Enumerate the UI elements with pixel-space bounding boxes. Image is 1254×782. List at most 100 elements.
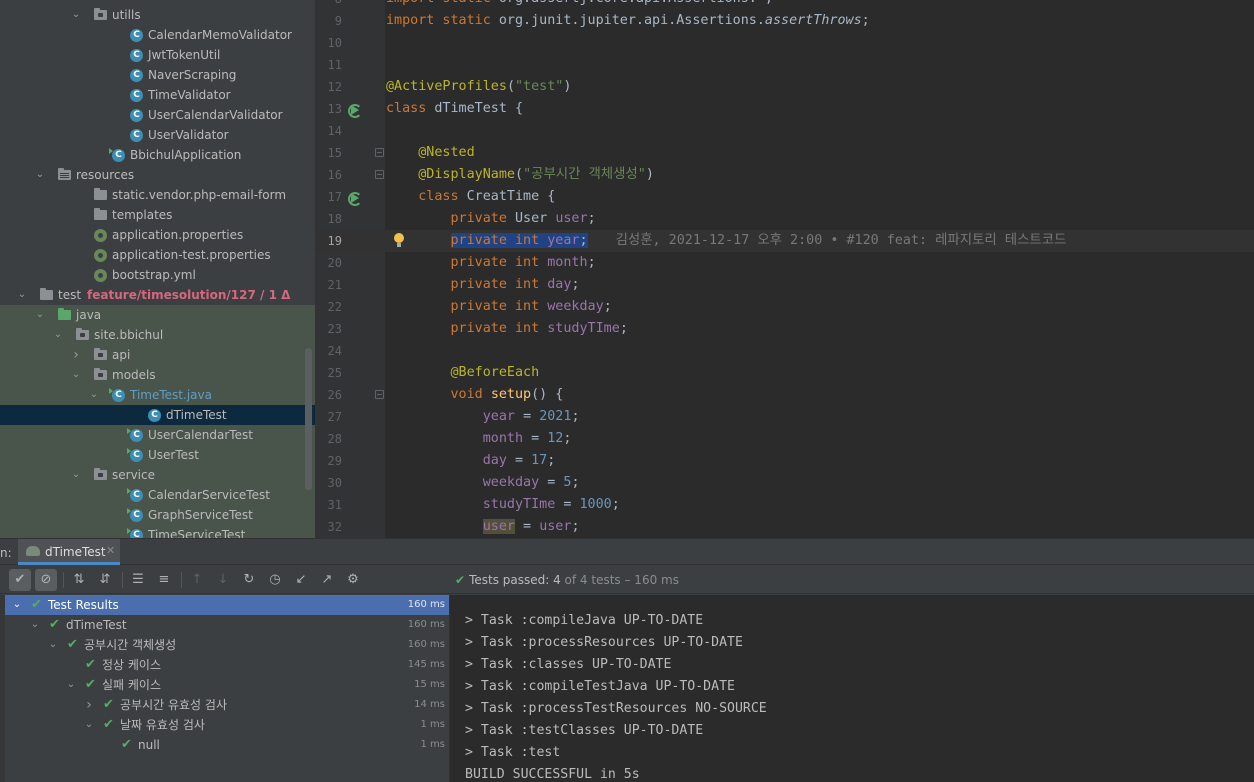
project-tree-scrollbar[interactable] (305, 348, 312, 490)
import-button[interactable]: ↙ (290, 569, 312, 591)
chevron-down-icon[interactable]: ⌄ (52, 325, 64, 345)
sort-duration-button[interactable]: ⇵ (94, 569, 116, 591)
code-token: class (386, 101, 435, 116)
tree-item-label: api (112, 345, 130, 365)
test-result-label: 날짜 유효성 검사 (120, 718, 205, 732)
tree-item-label: BbichulApplication (130, 145, 241, 165)
run-test-icon[interactable] (348, 103, 362, 118)
collapse-all-button[interactable]: ≡ (153, 569, 175, 591)
tree-item-calendarservicetest[interactable]: C CalendarServiceTest (0, 485, 315, 505)
test-result-row[interactable]: ✔ 정상 케이스 145 ms (5, 655, 449, 675)
code-line: 16 @DisplayName("공부시간 객체생성") (315, 164, 1254, 186)
passed-check-icon: ✔ (85, 677, 96, 692)
tree-item-bootstrap-yml[interactable]: bootstrap.yml (0, 265, 315, 285)
rerun-button[interactable]: ↻ (238, 569, 260, 591)
line-number: 25 (327, 366, 342, 380)
test-result-row[interactable]: ⌄ ✔ dTimeTest 160 ms (5, 615, 449, 635)
line-number: 22 (327, 300, 342, 314)
code-editor[interactable]: 8 import static org.assertj.core.api.Asse… (315, 0, 1254, 538)
tree-item-timevalidator[interactable]: C TimeValidator (0, 85, 315, 105)
test-result-row[interactable]: ⌄ ✔ Test Results 160 ms (5, 595, 449, 615)
settings-button[interactable]: ⚙ (342, 569, 364, 591)
tree-item-naverscraping[interactable]: C NaverScraping (0, 65, 315, 85)
tree-item-label: TimeTest.java (130, 385, 212, 405)
tree-item-application-test-properties[interactable]: application-test.properties (0, 245, 315, 265)
export-button[interactable]: ↗ (316, 569, 338, 591)
chevron-down-icon[interactable]: ⌄ (83, 715, 95, 735)
project-tree-panel[interactable]: ⌄ utills C CalendarMemoValidator C JwtTokenUt… (0, 0, 315, 538)
fold-icon[interactable] (375, 390, 384, 399)
fold-icon[interactable] (375, 170, 384, 179)
chevron-down-icon[interactable]: ⌄ (70, 465, 82, 485)
test-result-row[interactable]: › ✔ 공부시간 유효성 검사 14 ms (5, 695, 449, 715)
show-passed-button[interactable]: ✔ (9, 569, 31, 591)
prev-failed-button[interactable]: ↑ (186, 569, 208, 591)
code-token: weekday (547, 299, 604, 314)
fold-icon[interactable] (375, 148, 384, 157)
chevron-right-icon[interactable]: › (83, 695, 95, 715)
test-result-row[interactable]: ⌄ ✔ 공부시간 객체생성 160 ms (5, 635, 449, 655)
tree-item-calendarmemovalidator[interactable]: C CalendarMemoValidator (0, 25, 315, 45)
test-result-row[interactable]: ⌄ ✔ 실패 케이스 15 ms (5, 675, 449, 695)
console-line: > Task :processResources UP-TO-DATE (465, 635, 743, 650)
chevron-down-icon[interactable]: ⌄ (47, 635, 59, 655)
chevron-down-icon[interactable]: ⌄ (16, 285, 28, 305)
tree-item-models[interactable]: ⌄ models (0, 365, 315, 385)
run-tab-dtimetest[interactable]: dTimeTest ✕ (18, 539, 120, 565)
tree-item-label: templates (112, 205, 172, 225)
chevron-down-icon[interactable]: ⌄ (65, 675, 77, 695)
tree-item-label: resources (76, 165, 134, 185)
close-icon[interactable]: ✕ (106, 544, 115, 557)
next-failed-button[interactable]: ↓ (212, 569, 234, 591)
expand-all-button[interactable]: ☰ (127, 569, 149, 591)
tree-item-dtimetest[interactable]: CdTimeTest (0, 405, 315, 425)
line-number: 19 (327, 234, 342, 248)
line-number: 26 (327, 388, 342, 402)
chevron-down-icon[interactable]: ⌄ (88, 385, 100, 405)
tree-item-text: UserCalendarValidator (148, 108, 283, 122)
tree-item-test[interactable]: ⌄ test feature/timesolution/127 / 1 Δ (0, 285, 315, 305)
tree-item-usercalendartest[interactable]: C UserCalendarTest (0, 425, 315, 445)
code-line: 24 (315, 340, 1254, 362)
test-result-row[interactable]: ✔ null 1 ms (5, 735, 449, 755)
sort-alpha-button[interactable]: ⇅ (68, 569, 90, 591)
passed-check-icon: ✔ (49, 617, 60, 632)
tree-item-java[interactable]: ⌄ java (0, 305, 315, 325)
tree-item-uservalidator[interactable]: C UserValidator (0, 125, 315, 145)
tree-item-utills[interactable]: ⌄ utills (0, 5, 315, 25)
tree-item-resources[interactable]: ⌄ resources (0, 165, 315, 185)
test-results-tree[interactable]: ⌄ ✔ Test Results 160 ms ⌄ ✔ dTimeTest 160 ms ⌄ ✔ 공… (0, 595, 449, 782)
run-test-icon[interactable] (348, 191, 362, 206)
chevron-down-icon[interactable]: ⌄ (11, 595, 23, 615)
chevron-down-icon[interactable]: ⌄ (34, 305, 46, 325)
tree-item-text: GraphServiceTest (148, 508, 253, 522)
tree-item-bbichulapplication[interactable]: C BbichulApplication (0, 145, 315, 165)
tree-item-timeservicetest[interactable]: C TimeServiceTest (0, 525, 315, 538)
package-icon (94, 348, 107, 360)
history-button[interactable]: ◷ (264, 569, 286, 591)
tree-item-usercalendarvalidator[interactable]: C UserCalendarValidator (0, 105, 315, 125)
tree-item-text: service (112, 468, 155, 482)
tree-item-service[interactable]: ⌄ service (0, 465, 315, 485)
line-number: 8 (315, 0, 342, 10)
tree-item-timetest-java[interactable]: ⌄ C TimeTest.java (0, 385, 315, 405)
show-ignored-button[interactable]: ⊘ (35, 569, 57, 591)
tree-item-usertest[interactable]: C UserTest (0, 445, 315, 465)
tree-item-application-properties[interactable]: application.properties (0, 225, 315, 245)
tree-item-jwttokenutil[interactable]: C JwtTokenUtil (0, 45, 315, 65)
tree-item-graphservicetest[interactable]: C GraphServiceTest (0, 505, 315, 525)
tree-item-text: UserValidator (148, 128, 229, 142)
chevron-down-icon[interactable]: ⌄ (34, 165, 46, 185)
tree-item-static-vendor-php-email-form[interactable]: static.vendor.php-email-form (0, 185, 315, 205)
chevron-down-icon[interactable]: ⌄ (29, 615, 41, 635)
run-console[interactable]: > Task :compileJava UP-TO-DATE > Task :pr… (449, 595, 1254, 782)
tree-item-api[interactable]: › api (0, 345, 315, 365)
tree-item-label: TimeServiceTest (148, 525, 245, 538)
chevron-down-icon[interactable]: ⌄ (70, 365, 82, 385)
console-line: > Task :compileJava UP-TO-DATE (465, 613, 704, 628)
chevron-down-icon[interactable]: ⌄ (70, 5, 82, 25)
test-result-row[interactable]: ⌄ ✔ 날짜 유효성 검사 1 ms (5, 715, 449, 735)
tree-item-site-bbichul[interactable]: ⌄ site.bbichul (0, 325, 315, 345)
chevron-right-icon[interactable]: › (70, 345, 82, 365)
tree-item-templates[interactable]: templates (0, 205, 315, 225)
